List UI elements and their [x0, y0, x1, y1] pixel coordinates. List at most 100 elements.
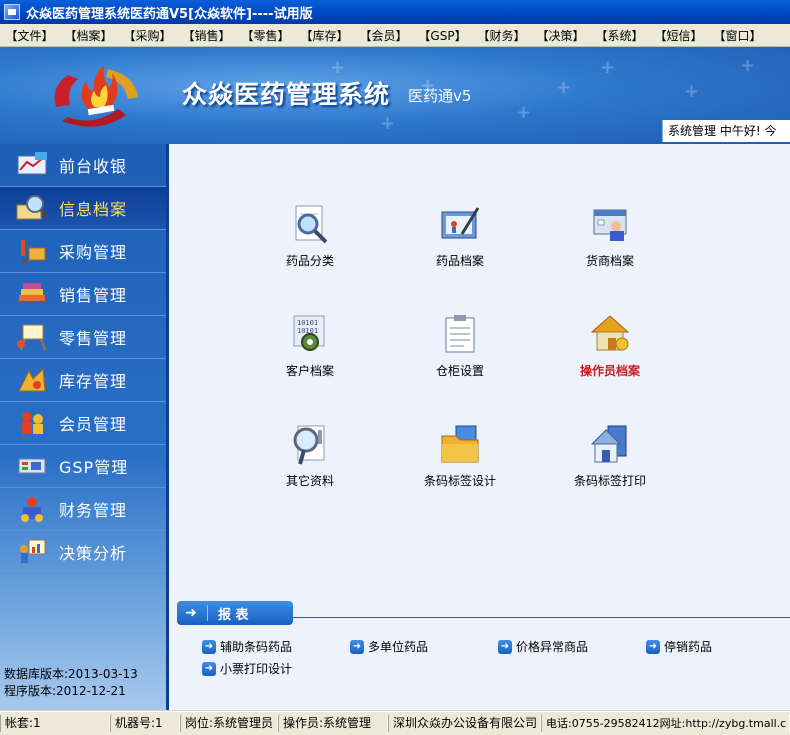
sidebar-item-sales[interactable]: 销售管理	[0, 273, 166, 316]
arrow-right-icon: ➜	[646, 639, 660, 654]
module-supplier-archive[interactable]: 货商档案	[555, 202, 665, 269]
menu-member[interactable]: 【会员】	[354, 27, 413, 44]
version-info: 数据库版本:2013-03-13 程序版本:2012-12-21	[4, 666, 138, 700]
arrow-right-icon: ➜	[498, 639, 512, 654]
sidebar-item-cashier[interactable]: 前台收银	[0, 144, 166, 187]
report-link-price-anomaly[interactable]: ➜ 价格异常商品	[498, 638, 588, 655]
reports-divider	[293, 617, 790, 618]
menu-finance[interactable]: 【财务】	[472, 27, 531, 44]
report-link-discontinued[interactable]: ➜ 停销药品	[646, 638, 712, 655]
status-contact: 电话:0755-29582412网址:http://zybg.tmall.c	[541, 715, 790, 732]
system-subtitle: 医药通v5	[408, 87, 472, 105]
report-link-label: 小票打印设计	[220, 662, 293, 676]
system-title: 众焱医药管理系统	[182, 80, 391, 109]
sidebar-item-gsp[interactable]: GSP管理	[0, 445, 166, 488]
members-icon	[22, 412, 43, 434]
clipboard-icon	[445, 315, 475, 353]
status-company: 深圳众焱办公设备有限公司	[388, 715, 541, 732]
menu-inventory[interactable]: 【库存】	[295, 27, 354, 44]
menu-sales[interactable]: 【销售】	[177, 27, 236, 44]
sidebar: 前台收银 信息档案 采购管理 销售管理 零售管理 库存管理 会员管理 GSP管理…	[0, 144, 169, 710]
arrow-right-icon: ➜	[202, 639, 216, 654]
house-key-icon	[590, 315, 630, 351]
report-link-label: 辅助条码药品	[220, 640, 293, 654]
module-operator-archive[interactable]: 操作员档案	[555, 312, 665, 379]
menu-archive[interactable]: 【档案】	[59, 27, 118, 44]
menu-purchase[interactable]: 【采购】	[118, 27, 177, 44]
sidebar-item-member[interactable]: 会员管理	[0, 402, 166, 445]
svg-text:10101: 10101	[297, 319, 318, 327]
status-bar: 帐套:1 机器号:1 岗位:系统管理员 操作员:系统管理 深圳众焱办公设备有限公…	[0, 711, 790, 735]
report-link-receipt-design[interactable]: ➜ 小票打印设计	[202, 660, 292, 677]
truck-icon	[21, 240, 46, 264]
blue-folder-icon	[441, 425, 479, 463]
arrow-right-icon: ➜	[350, 639, 364, 654]
menu-gsp[interactable]: 【GSP】	[413, 27, 472, 44]
sidebar-item-inventory[interactable]: 库存管理	[0, 359, 166, 402]
menu-sms[interactable]: 【短信】	[649, 27, 708, 44]
company-logo	[54, 65, 138, 127]
menu-window[interactable]: 【窗口】	[708, 27, 767, 44]
chart-icon	[20, 539, 46, 563]
status-machine: 机器号:1	[110, 715, 180, 732]
easel-icon	[17, 324, 46, 351]
module-other-data[interactable]: 其它资料	[255, 422, 365, 489]
sidebar-item-finance[interactable]: 财务管理	[0, 488, 166, 531]
sidebar-item-label: 信息档案	[59, 200, 128, 219]
module-label: 其它资料	[285, 474, 334, 488]
sidebar-item-label: 前台收银	[59, 157, 128, 176]
sidebar-item-label: 零售管理	[59, 329, 128, 348]
sidebar-item-label: 库存管理	[59, 372, 128, 391]
coins-icon	[21, 497, 43, 522]
module-label: 操作员档案	[579, 364, 640, 378]
sidebar-item-retail[interactable]: 零售管理	[0, 316, 166, 359]
supplier-icon	[593, 209, 627, 241]
program-version: 程序版本:2012-12-21	[4, 684, 126, 698]
sidebar-item-decision[interactable]: 决策分析	[0, 531, 166, 574]
cash-register-icon	[17, 152, 47, 175]
status-account: 帐套:1	[0, 715, 110, 732]
report-link-label: 多单位药品	[368, 640, 429, 654]
module-cabinet-settings[interactable]: 仓柜设置	[405, 312, 515, 379]
module-drug-category[interactable]: 药品分类	[255, 202, 365, 269]
magnifier-icon	[16, 195, 49, 220]
status-operator: 操作员:系统管理	[278, 715, 388, 732]
menu-retail[interactable]: 【零售】	[236, 27, 295, 44]
sidebar-item-label: 决策分析	[59, 544, 128, 563]
module-label: 药品分类	[285, 254, 334, 268]
module-barcode-print[interactable]: 条码标签打印	[555, 422, 665, 489]
module-label: 条码标签打印	[573, 474, 646, 488]
warehouse-icon	[18, 367, 46, 392]
sidebar-item-archive[interactable]: 信息档案	[0, 187, 166, 230]
module-barcode-design[interactable]: 条码标签设计	[405, 422, 515, 489]
magnifier-clip-icon	[293, 425, 325, 465]
sidebar-item-label: GSP管理	[59, 458, 129, 477]
reports-tab[interactable]: ➜ 报 表	[177, 601, 293, 625]
arrow-right-icon: ➜	[202, 661, 216, 676]
pen-folder-icon	[441, 207, 480, 239]
menu-file[interactable]: 【文件】	[0, 27, 59, 44]
menu-system[interactable]: 【系统】	[590, 27, 649, 44]
house-folder-icon	[590, 425, 627, 463]
status-role: 岗位:系统管理员	[180, 715, 278, 732]
gsp-icon	[18, 458, 46, 474]
title-bar: 众焱医药管理系统医药通V5[众焱软件]----试用版	[0, 0, 790, 24]
report-link-multi-unit[interactable]: ➜ 多单位药品	[350, 638, 428, 655]
menu-help[interactable]: 【	[767, 27, 790, 44]
app-icon[interactable]	[4, 4, 20, 20]
report-link-aux-barcode[interactable]: ➜ 辅助条码药品	[202, 638, 292, 655]
books-icon	[19, 283, 45, 301]
magnifier-doc-icon	[295, 205, 328, 244]
sidebar-item-label: 财务管理	[59, 501, 128, 520]
sidebar-item-purchase[interactable]: 采购管理	[0, 230, 166, 273]
main-panel: 药品分类 药品档案 货商档案 10101 10101 客户档案 仓柜设置 操作员…	[169, 144, 790, 710]
module-customer-archive[interactable]: 10101 10101 客户档案	[255, 312, 365, 379]
module-label: 条码标签设计	[423, 474, 496, 488]
module-label: 仓柜设置	[435, 364, 484, 378]
module-label: 货商档案	[585, 254, 634, 268]
menu-decision[interactable]: 【决策】	[531, 27, 590, 44]
binary-gear-icon: 10101 10101	[293, 315, 325, 351]
module-drug-archive[interactable]: 药品档案	[405, 202, 515, 269]
report-link-label: 价格异常商品	[516, 640, 589, 654]
reports-tab-label: 报 表	[218, 607, 249, 623]
